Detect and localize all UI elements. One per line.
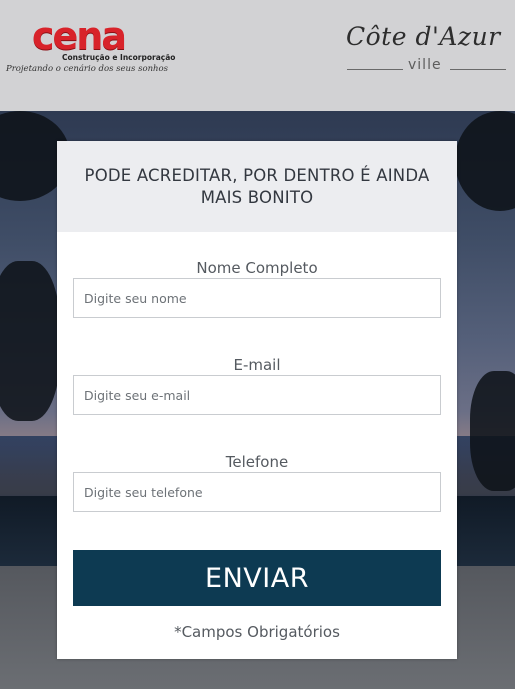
- cena-logo[interactable]: cena Construção e Incorporação Projetand…: [6, 14, 176, 80]
- logo-divider-right: [450, 69, 506, 70]
- tree-silhouette-left-lower: [0, 261, 60, 421]
- phone-label: Telefone: [225, 453, 289, 471]
- name-input[interactable]: [73, 278, 441, 318]
- cena-logo-wordmark: cena: [32, 14, 127, 58]
- cote-dazur-wordmark: Côte d'Azur: [346, 22, 501, 51]
- email-label: E-mail: [233, 356, 281, 374]
- name-label: Nome Completo: [196, 259, 318, 277]
- logo-divider-left: [347, 69, 403, 70]
- site-header: cena Construção e Incorporação Projetand…: [0, 0, 515, 111]
- contact-form: PODE ACREDITAR, POR DENTRO É AINDA MAIS …: [57, 141, 457, 659]
- phone-input[interactable]: [73, 472, 441, 512]
- cena-logo-subtitle: Construção e Incorporação: [62, 53, 176, 62]
- form-heading: PODE ACREDITAR, POR DENTRO É AINDA MAIS …: [84, 165, 430, 207]
- submit-button[interactable]: ENVIAR: [73, 550, 441, 606]
- email-input[interactable]: [73, 375, 441, 415]
- tree-silhouette-right: [455, 111, 515, 211]
- tree-silhouette-right-lower: [470, 371, 515, 491]
- form-header: PODE ACREDITAR, POR DENTRO É AINDA MAIS …: [57, 141, 457, 232]
- required-fields-note: *Campos Obrigatórios: [174, 623, 340, 641]
- cote-dazur-logo[interactable]: Côte d'Azur ville: [340, 22, 512, 78]
- cena-logo-tagline: Projetando o cenário dos seus sonhos: [6, 64, 168, 74]
- cote-dazur-subname: ville: [408, 57, 442, 73]
